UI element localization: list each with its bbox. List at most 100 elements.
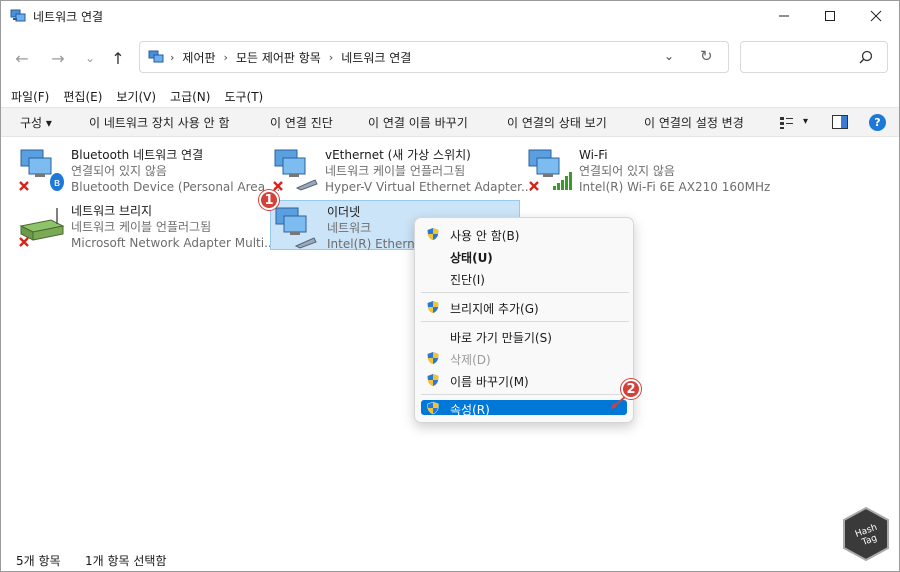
breadcrumb-network-connections[interactable]: 네트워크 연결: [341, 49, 411, 66]
context-item-label: 삭제(D): [450, 353, 491, 367]
rename-connection-button[interactable]: 이 연결 이름 바꾸기: [368, 114, 468, 131]
organize-button[interactable]: 구성 ▾: [20, 114, 52, 131]
breadcrumb-control-panel[interactable]: 제어판: [182, 49, 215, 66]
hashtag-watermark-logo: Hash Tag: [841, 506, 891, 562]
svg-text:ʙ: ʙ: [54, 176, 60, 189]
connection-name: vEthernet (새 가상 스위치): [325, 148, 471, 162]
view-status-button[interactable]: 이 연결의 상태 보기: [507, 114, 607, 131]
context-item-label: 바로 가기 만들기(S): [450, 331, 552, 345]
context-item-properties[interactable]: 속성(R): [421, 400, 627, 417]
context-item-label: 이름 바꾸기(M): [450, 375, 529, 389]
menu-file[interactable]: 파일(F): [11, 88, 49, 105]
uac-shield-icon: [427, 228, 439, 240]
uac-shield-icon: [427, 301, 439, 313]
breadcrumb-separator: ›: [170, 50, 175, 64]
uac-shield-icon: [427, 374, 439, 386]
context-item-label: 사용 안 함(B): [450, 229, 520, 243]
context-item-add-to-bridge[interactable]: 브리지에 추가(G): [415, 296, 635, 318]
connection-device: Microsoft Network Adapter Multi...: [71, 236, 276, 250]
context-item-diagnose[interactable]: 진단(I): [415, 267, 635, 289]
arrow-pointer-icon: [611, 396, 626, 409]
menu-bar: 파일(F) 편집(E) 보기(V) 고급(N) 도구(T): [1, 85, 899, 107]
search-icon: [859, 50, 873, 64]
wifi-network-icon: [528, 149, 572, 191]
breadcrumb-separator: ›: [223, 50, 228, 64]
menu-tools[interactable]: 도구(T): [224, 88, 263, 105]
connection-status: 네트워크 케이블 언플러그됨: [71, 220, 212, 234]
breadcrumb-all-control-panel-items[interactable]: 모든 제어판 항목: [236, 49, 321, 66]
connection-network-bridge[interactable]: 네트워크 브리지 네트워크 케이블 언플러그됨 Microsoft Networ…: [17, 200, 276, 252]
connection-status: 연결되어 있지 않음: [579, 164, 675, 178]
context-item-label: 브리지에 추가(G): [450, 302, 539, 316]
forward-button[interactable]: →: [47, 47, 69, 69]
menu-view[interactable]: 보기(V): [116, 88, 156, 105]
ethernet-network-icon: [273, 149, 318, 191]
context-item-rename[interactable]: 이름 바꾸기(M): [415, 369, 635, 391]
context-item-create-shortcut[interactable]: 바로 가기 만들기(S): [415, 325, 635, 347]
connection-vethernet[interactable]: vEthernet (새 가상 스위치) 네트워크 케이블 언플러그됨 Hype…: [271, 144, 532, 196]
title-bar: 네트워크 연결: [1, 1, 899, 31]
diagnose-connection-button[interactable]: 이 연결 진단: [270, 114, 333, 131]
network-connections-window: 네트워크 연결 ← → ⌄ ↑ › 제어판 › 모든 제어판 항목 › 네트워크…: [0, 0, 900, 572]
connection-status: 네트워크 케이블 언플러그됨: [325, 164, 466, 178]
connection-name: 이더넷: [327, 205, 361, 219]
address-bar[interactable]: › 제어판 › 모든 제어판 항목 › 네트워크 연결 ⌄ ↻: [139, 41, 729, 73]
item-count: 5개 항목: [16, 554, 61, 568]
address-row: ← → ⌄ ↑ › 제어판 › 모든 제어판 항목 › 네트워크 연결 ⌄ ↻: [1, 39, 899, 77]
connection-name: 네트워크 브리지: [71, 204, 153, 218]
menu-edit[interactable]: 편집(E): [63, 88, 102, 105]
context-menu: 사용 안 함(B) 상태(U) 진단(I) 브리지에 추가(G) 바로 가기 만…: [414, 217, 634, 423]
bluetooth-network-icon: ʙ: [19, 149, 64, 191]
close-icon: [870, 10, 882, 22]
ethernet-network-icon: [275, 207, 317, 249]
minimize-button[interactable]: [761, 1, 807, 31]
connection-device: Intel(R) Ethernet: [327, 237, 427, 251]
connection-wifi[interactable]: Wi-Fi 연결되어 있지 않음 Intel(R) Wi-Fi 6E AX210…: [525, 144, 775, 196]
context-item-label: 상태(U): [450, 251, 493, 265]
address-dropdown-button[interactable]: ⌄: [664, 49, 674, 63]
network-connections-icon: [10, 9, 26, 22]
context-item-label: 진단(I): [450, 273, 485, 287]
search-input[interactable]: [740, 41, 888, 73]
connection-name: Wi-Fi: [579, 148, 608, 162]
menu-separator: [421, 394, 629, 395]
help-button[interactable]: ?: [869, 114, 886, 131]
command-bar: 구성 ▾ 이 네트워크 장치 사용 안 함 이 연결 진단 이 연결 이름 바꾸…: [1, 107, 899, 137]
window-title: 네트워크 연결: [33, 10, 104, 24]
menu-advanced[interactable]: 고급(N): [170, 88, 210, 105]
back-button[interactable]: ←: [11, 47, 33, 69]
refresh-button[interactable]: ↻: [700, 47, 713, 65]
connection-device: Intel(R) Wi-Fi 6E AX210 160MHz: [579, 180, 771, 194]
up-button[interactable]: ↑: [107, 47, 129, 69]
connection-status: 네트워크: [327, 221, 372, 235]
maximize-button[interactable]: [807, 1, 853, 31]
uac-shield-icon: [427, 401, 439, 415]
context-item-label: 속성(R): [450, 403, 490, 417]
connection-status: 연결되어 있지 않음: [71, 164, 167, 178]
change-settings-button[interactable]: 이 연결의 설정 변경: [644, 114, 744, 131]
connection-device: Hyper-V Virtual Ethernet Adapter...: [325, 180, 533, 194]
control-panel-icon: [148, 50, 164, 63]
menu-separator: [421, 321, 629, 322]
status-bar: 5개 항목 1개 항목 선택함: [1, 546, 899, 572]
preview-pane-icon[interactable]: [832, 115, 848, 129]
context-item-status[interactable]: 상태(U): [415, 245, 635, 267]
uac-shield-icon: [427, 352, 439, 364]
close-button[interactable]: [853, 1, 899, 31]
disable-device-button[interactable]: 이 네트워크 장치 사용 안 함: [89, 114, 230, 131]
connection-bluetooth[interactable]: ʙ Bluetooth 네트워크 연결 연결되어 있지 않음 Bluetooth…: [17, 144, 280, 196]
maximize-icon: [825, 11, 835, 21]
menu-separator: [421, 292, 629, 293]
breadcrumb-separator: ›: [328, 50, 334, 64]
connection-device: Bluetooth Device (Personal Area ...: [71, 180, 281, 194]
bridge-network-icon: [19, 208, 65, 247]
context-item-delete: 삭제(D): [415, 347, 635, 369]
recent-locations-button[interactable]: ⌄: [79, 47, 101, 69]
context-item-disable[interactable]: 사용 안 함(B): [415, 223, 635, 245]
minimize-icon: [779, 15, 789, 17]
view-options-icon[interactable]: [779, 116, 795, 130]
step-1-badge: 1: [259, 190, 279, 210]
view-dropdown-button[interactable]: ▾: [803, 116, 808, 127]
selected-count: 1개 항목 선택함: [85, 554, 167, 568]
connection-name: Bluetooth 네트워크 연결: [71, 148, 204, 162]
